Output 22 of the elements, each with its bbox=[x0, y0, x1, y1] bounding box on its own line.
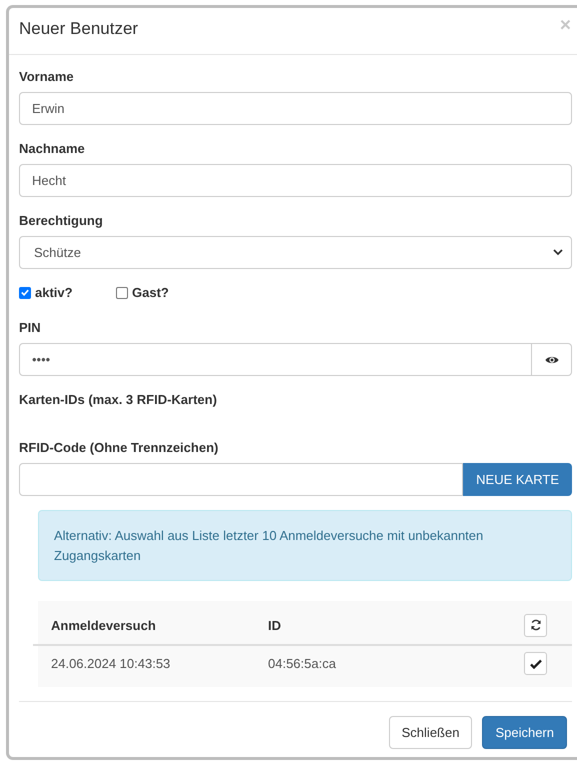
field-label: Berechtigung bbox=[19, 213, 103, 228]
select-field[interactable]: Schütze bbox=[19, 236, 572, 269]
field-label: Vorname bbox=[19, 69, 74, 84]
column-header: ID bbox=[268, 618, 281, 632]
new-card-button[interactable]: NEUE KARTE bbox=[463, 463, 572, 496]
field-label: PIN bbox=[19, 320, 41, 335]
select-value: Schütze bbox=[34, 245, 81, 260]
dialog-title: Neuer Benutzer bbox=[19, 19, 138, 39]
info-alert: Alternativ: Auswahl aus Liste letzter 10 Anmeldeversuche mit unbekannten Zugangskarten bbox=[38, 510, 572, 581]
text-field[interactable]: Erwin bbox=[19, 92, 572, 125]
text-field[interactable]: Hecht bbox=[19, 164, 572, 197]
section-heading: Karten-IDs (max. 3 RFID-Karten) bbox=[19, 392, 217, 407]
checkbox-label: aktiv? bbox=[35, 285, 73, 300]
table-cell-text: 24.06.2024 10:43:53 bbox=[50, 656, 170, 671]
column-header: Anmeldeversuch bbox=[50, 618, 156, 632]
field-label: Nachname bbox=[19, 141, 85, 156]
save-button[interactable]: Speichern bbox=[482, 716, 567, 749]
password-field[interactable]: •••• bbox=[19, 343, 532, 376]
checkbox-label: Gast? bbox=[132, 285, 169, 300]
field-label: RFID-Code (Ohne Trennzeichen) bbox=[19, 440, 218, 455]
close-dialog-button[interactable]: Schließen bbox=[388, 716, 472, 749]
table-cell: 04:56:5a:ca bbox=[268, 656, 336, 671]
